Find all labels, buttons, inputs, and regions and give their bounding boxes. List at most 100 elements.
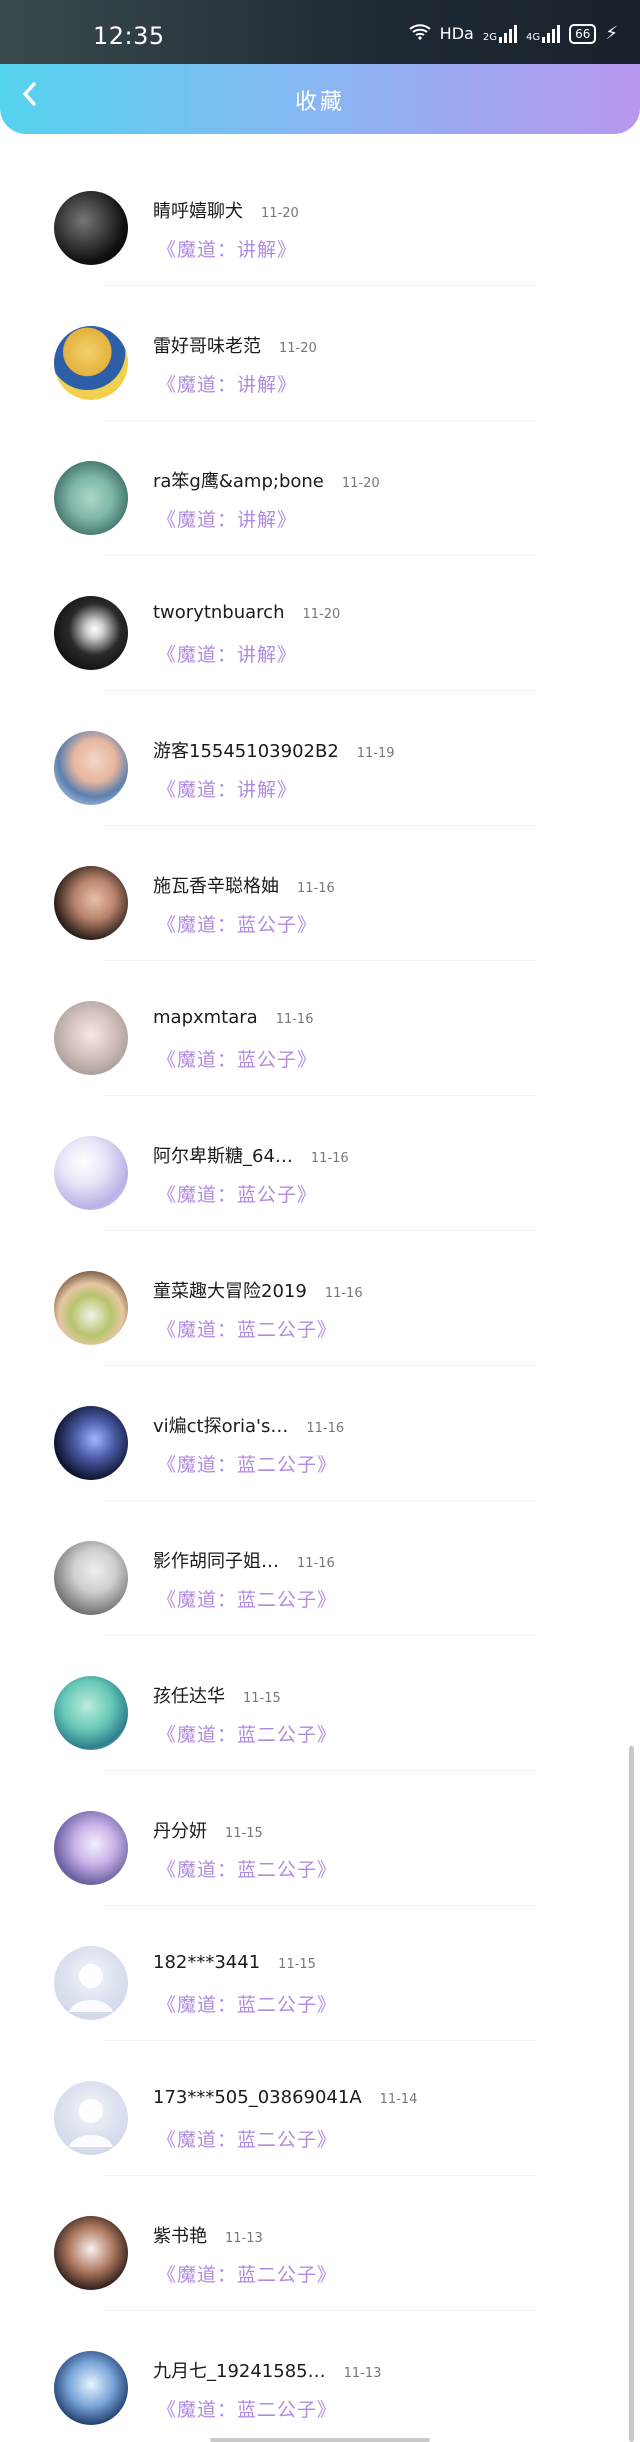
list-item[interactable]: 182***3441 11-15 《魔道：蓝二公子》 bbox=[0, 1890, 640, 2041]
favorite-date: 11-15 bbox=[278, 1957, 316, 1972]
list-item[interactable]: 睛呼嬉聊犬 11-20 《魔道：讲解》 bbox=[0, 135, 640, 286]
user-name: 丹分妍 11-15 bbox=[153, 1821, 263, 1842]
wifi-icon bbox=[409, 23, 431, 44]
favorite-subtitle: 《魔道：蓝二公子》 bbox=[157, 1724, 338, 1746]
favorite-date: 11-16 bbox=[297, 1556, 335, 1571]
favorite-date: 11-14 bbox=[379, 2092, 418, 2107]
status-icons: HDa 2G 4G 66 ⚡ bbox=[409, 23, 618, 44]
avatar[interactable] bbox=[54, 1811, 128, 1885]
favorite-date: 11-16 bbox=[306, 1421, 345, 1436]
user-name: ra笨g鹰&amp;bone 11-20 bbox=[153, 471, 380, 492]
favorite-subtitle: 《魔道：讲解》 bbox=[157, 374, 298, 396]
favorite-date: 11-19 bbox=[356, 746, 395, 761]
signal-2g-icon: 2G bbox=[482, 24, 517, 43]
status-bar: 12:35 HDa 2G 4G 66 ⚡ bbox=[0, 0, 640, 70]
avatar[interactable] bbox=[54, 731, 128, 805]
list-item[interactable]: tworytnbuarch 11-20 《魔道：讲解》 bbox=[0, 540, 640, 691]
user-name: 童菜趣大冒险2019 11-16 bbox=[153, 1281, 363, 1302]
hd-icon: HDa bbox=[439, 24, 474, 43]
user-name: 施瓦香辛聪格妯 11-16 bbox=[153, 876, 335, 897]
user-name: vi煸ct探oria's… 11-16 bbox=[153, 1416, 345, 1437]
avatar[interactable] bbox=[54, 1541, 128, 1615]
favorite-date: 11-13 bbox=[225, 2231, 263, 2246]
favorite-date: 11-15 bbox=[225, 1826, 263, 1841]
favorite-date: 11-16 bbox=[275, 1012, 314, 1027]
battery-icon: 66 bbox=[569, 23, 597, 44]
avatar[interactable] bbox=[54, 1406, 128, 1480]
user-name: mapxmtara 11-16 bbox=[153, 1007, 314, 1028]
signal-2g-label: 2G bbox=[482, 31, 497, 43]
avatar[interactable] bbox=[54, 596, 128, 670]
favorite-date: 11-20 bbox=[302, 607, 341, 622]
favorite-subtitle: 《魔道：蓝二公子》 bbox=[157, 2399, 338, 2421]
header-bar: 收藏 bbox=[0, 64, 640, 134]
avatar[interactable] bbox=[54, 326, 128, 400]
favorite-subtitle: 《魔道：蓝二公子》 bbox=[157, 1859, 338, 1881]
avatar[interactable] bbox=[54, 2351, 128, 2425]
list-item[interactable]: 173***505_03869041A 11-14 《魔道：蓝二公子》 bbox=[0, 2025, 640, 2176]
list-item[interactable]: 施瓦香辛聪格妯 11-16 《魔道：蓝公子》 bbox=[0, 810, 640, 961]
list-item[interactable]: 九月七_19241585… 11-13 《魔道：蓝二公子》 bbox=[0, 2295, 640, 2430]
user-name: 九月七_19241585… 11-13 bbox=[153, 2361, 382, 2382]
avatar[interactable] bbox=[54, 866, 128, 940]
favorite-subtitle: 《魔道：蓝二公子》 bbox=[157, 1589, 338, 1611]
favorite-subtitle: 《魔道：讲解》 bbox=[157, 239, 298, 261]
avatar[interactable] bbox=[54, 461, 128, 535]
user-name: 影作胡同子姐… 11-16 bbox=[153, 1551, 335, 1572]
favorite-date: 11-16 bbox=[297, 881, 335, 896]
signal-4g-icon: 4G bbox=[525, 24, 561, 43]
favorite-date: 11-20 bbox=[261, 206, 299, 221]
user-name: 173***505_03869041A 11-14 bbox=[153, 2087, 418, 2108]
favorite-subtitle: 《魔道：蓝公子》 bbox=[157, 1049, 318, 1071]
favorite-subtitle: 《魔道：蓝公子》 bbox=[157, 1184, 318, 1206]
list-item[interactable]: 雷好哥味老范 11-20 《魔道：讲解》 bbox=[0, 270, 640, 421]
gesture-bar[interactable] bbox=[210, 2438, 430, 2442]
list-item[interactable]: 丹分妍 11-15 《魔道：蓝二公子》 bbox=[0, 1755, 640, 1906]
favorite-date: 11-20 bbox=[341, 476, 380, 491]
user-name: 紫书艳 11-13 bbox=[153, 2226, 263, 2247]
list-item[interactable]: 孩任达华 11-15 《魔道：蓝二公子》 bbox=[0, 1620, 640, 1771]
charging-icon: ⚡ bbox=[605, 23, 618, 44]
user-name: 游客15545103902B2 11-19 bbox=[153, 741, 395, 762]
list-item[interactable]: 游客15545103902B2 11-19 《魔道：讲解》 bbox=[0, 675, 640, 826]
page-title: 收藏 bbox=[294, 90, 345, 115]
status-time: 12:35 bbox=[93, 22, 165, 50]
favorite-date: 11-20 bbox=[279, 341, 317, 356]
avatar[interactable] bbox=[54, 2216, 128, 2290]
list-item[interactable]: 童菜趣大冒险2019 11-16 《魔道：蓝二公子》 bbox=[0, 1215, 640, 1366]
favorite-subtitle: 《魔道：蓝公子》 bbox=[157, 914, 318, 936]
favorite-subtitle: 《魔道：蓝二公子》 bbox=[157, 2129, 338, 2151]
favorite-date: 11-16 bbox=[324, 1286, 363, 1301]
avatar[interactable] bbox=[54, 1271, 128, 1345]
favorite-subtitle: 《魔道：讲解》 bbox=[157, 509, 298, 531]
user-name: 182***3441 11-15 bbox=[153, 1952, 316, 1973]
user-name: 雷好哥味老范 11-20 bbox=[153, 336, 317, 357]
favorite-subtitle: 《魔道：讲解》 bbox=[157, 779, 298, 801]
avatar[interactable] bbox=[54, 1001, 128, 1075]
default-avatar-icon bbox=[69, 1964, 113, 2012]
avatar[interactable] bbox=[54, 1946, 128, 2020]
list-item[interactable]: mapxmtara 11-16 《魔道：蓝公子》 bbox=[0, 945, 640, 1096]
favorite-subtitle: 《魔道：蓝二公子》 bbox=[157, 1319, 338, 1341]
favorite-subtitle: 《魔道：蓝二公子》 bbox=[157, 1454, 338, 1476]
list-item[interactable]: 影作胡同子姐… 11-16 《魔道：蓝二公子》 bbox=[0, 1485, 640, 1636]
favorite-date: 11-16 bbox=[310, 1151, 349, 1166]
signal-4g-label: 4G bbox=[525, 31, 541, 43]
default-avatar-icon bbox=[69, 2099, 113, 2147]
avatar[interactable] bbox=[54, 1676, 128, 1750]
favorite-date: 11-13 bbox=[343, 2366, 382, 2381]
avatar[interactable] bbox=[54, 191, 128, 265]
favorite-subtitle: 《魔道：蓝二公子》 bbox=[157, 2264, 338, 2286]
favorite-date: 11-15 bbox=[243, 1691, 281, 1706]
list-item[interactable]: 阿尔卑斯糖_64… 11-16 《魔道：蓝公子》 bbox=[0, 1080, 640, 1231]
avatar[interactable] bbox=[54, 2081, 128, 2155]
favorite-subtitle: 《魔道：讲解》 bbox=[157, 644, 298, 666]
favorite-subtitle: 《魔道：蓝二公子》 bbox=[157, 1994, 338, 2016]
list-item[interactable]: vi煸ct探oria's… 11-16 《魔道：蓝二公子》 bbox=[0, 1350, 640, 1501]
scrollbar[interactable] bbox=[629, 1746, 634, 2442]
list-item[interactable]: ra笨g鹰&amp;bone 11-20 《魔道：讲解》 bbox=[0, 405, 640, 556]
avatar[interactable] bbox=[54, 1136, 128, 1210]
user-name: tworytnbuarch 11-20 bbox=[153, 602, 341, 623]
list-item[interactable]: 紫书艳 11-13 《魔道：蓝二公子》 bbox=[0, 2160, 640, 2311]
user-name: 阿尔卑斯糖_64… 11-16 bbox=[153, 1146, 349, 1167]
